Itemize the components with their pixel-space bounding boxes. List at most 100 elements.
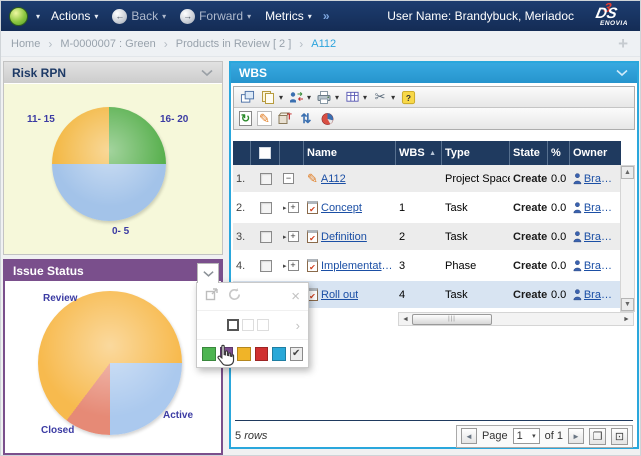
export-caret-icon[interactable]: ▾ [363, 93, 367, 102]
table-row[interactable]: 2. ▸+ ✔Concept 1 Task Create 0.0 Brandy [233, 194, 621, 223]
page-select[interactable]: 1 ▾ [513, 428, 540, 444]
issue-status-pie-chart[interactable] [38, 291, 182, 435]
color-swatch-default-check[interactable]: ✔ [290, 347, 304, 361]
color-swatch-blue[interactable] [272, 347, 286, 361]
printer-caret-icon[interactable]: ▾ [335, 93, 339, 102]
color-swatch-yellow[interactable] [237, 347, 251, 361]
header-owner[interactable]: Owner [570, 141, 621, 165]
row-number: 2. [233, 202, 251, 214]
actions-menu[interactable]: Actions ▾ [48, 9, 101, 23]
horizontal-scroll-thumb[interactable]: ||| [412, 314, 492, 325]
more-layouts-chevron-icon[interactable]: › [296, 318, 300, 333]
sort-icon[interactable]: ⇅ [298, 111, 314, 127]
horizontal-scrollbar[interactable]: ◄ ||| ► [398, 312, 634, 326]
breadcrumb-home[interactable]: Home [11, 38, 40, 50]
back-button[interactable]: ← Back ▾ [109, 9, 169, 24]
row-checkbox[interactable] [260, 260, 272, 272]
popup-color-row: ✔ [197, 339, 308, 367]
pie-label-active: Active [163, 410, 193, 421]
maximize-table-icon[interactable]: ❐ [589, 428, 606, 445]
header-wbs[interactable]: WBS▲ [396, 141, 442, 165]
sort-ascending-icon[interactable]: ▲ [429, 150, 438, 157]
owner-link[interactable]: Brandy [584, 289, 618, 301]
windows-view-icon[interactable] [239, 89, 255, 105]
help-icon[interactable]: ? [400, 89, 416, 105]
collapse-toggle-icon[interactable]: − [283, 173, 294, 184]
globe-icon[interactable] [9, 7, 28, 26]
wbs-number-cell: 2 [396, 231, 442, 243]
row-checkbox[interactable] [260, 173, 272, 185]
structure-filter-icon[interactable]: T [277, 111, 293, 127]
top-navbar: ▾ Actions ▾ ← Back ▾ → Forward ▾ Metrics… [1, 1, 641, 31]
more-menus-icon[interactable]: » [323, 9, 330, 23]
pie-chart-view-icon[interactable] [319, 111, 335, 127]
tools-caret-icon[interactable]: ▾ [391, 93, 395, 102]
row-checkbox[interactable] [260, 231, 272, 243]
name-link[interactable]: Implementation [321, 260, 393, 272]
owner-link[interactable]: Brandy [584, 202, 618, 214]
row-number: 1. [233, 173, 251, 185]
owner-link[interactable]: Brandy [584, 173, 618, 185]
risk-rpn-collapse-icon[interactable] [200, 69, 214, 77]
previous-page-icon[interactable]: ◄ [461, 428, 477, 444]
header-state[interactable]: State [510, 141, 548, 165]
row-checkbox[interactable] [260, 202, 272, 214]
header-percent[interactable]: % [548, 141, 570, 165]
refresh-table-icon[interactable]: ↻ [239, 111, 252, 126]
scroll-down-icon[interactable]: ▼ [621, 298, 634, 311]
risk-rpn-pie-chart[interactable] [52, 107, 166, 221]
layout-option-1-selected[interactable] [227, 319, 239, 331]
scroll-left-icon[interactable]: ◄ [399, 313, 412, 325]
name-link[interactable]: Definition [321, 231, 367, 243]
copy-caret-icon[interactable]: ▾ [279, 93, 283, 102]
expand-toggle-icon[interactable]: + [288, 260, 299, 271]
expand-toggle-icon[interactable]: + [288, 231, 299, 242]
color-swatch-green[interactable] [202, 347, 216, 361]
table-row[interactable]: 4. ▸+ ✔Implementation 3 Phase Create 0.0… [233, 252, 621, 281]
vertical-scrollbar[interactable]: ▲ ▼ [620, 165, 635, 312]
export-table-icon[interactable] [344, 89, 360, 105]
layout-option-3[interactable] [257, 319, 269, 331]
name-link[interactable]: Concept [321, 202, 362, 214]
add-tab-icon[interactable]: + [618, 34, 628, 54]
compact-view-icon[interactable]: ⊡ [611, 428, 628, 445]
owner-link[interactable]: Brandy [584, 231, 618, 243]
printer-icon[interactable] [316, 89, 332, 105]
assign-user-icon[interactable] [288, 89, 304, 105]
wbs-collapse-icon[interactable] [615, 69, 629, 77]
table-row[interactable]: 1. − ✎A112 Project Space Create 0.0 Bran… [233, 165, 621, 194]
copy-document-icon[interactable] [260, 89, 276, 105]
assign-caret-icon[interactable]: ▾ [307, 93, 311, 102]
edit-icon[interactable]: ✎ [257, 111, 272, 126]
issue-panel-menu-toggle[interactable] [197, 263, 219, 283]
color-swatch-red[interactable] [255, 347, 269, 361]
next-page-icon[interactable]: ► [568, 428, 584, 444]
expand-external-icon[interactable] [205, 287, 219, 306]
tools-icon[interactable]: ✂ [372, 89, 388, 105]
breadcrumb-products-in-review[interactable]: Products in Review [ 2 ] [176, 38, 292, 50]
layout-option-2[interactable] [242, 319, 254, 331]
popup-action-row: × [197, 283, 308, 310]
header-name[interactable]: Name [304, 141, 396, 165]
name-link[interactable]: A112 [321, 173, 346, 185]
refresh-panel-icon[interactable] [227, 287, 242, 307]
color-swatch-purple[interactable] [220, 347, 234, 361]
type-cell: Task [442, 231, 510, 243]
tree-arrow-icon: ▸ [283, 204, 287, 212]
owner-link[interactable]: Brandy [584, 260, 618, 272]
scroll-up-icon[interactable]: ▲ [621, 166, 634, 179]
table-row[interactable]: 3. ▸+ ✔Definition 2 Task Create 0.0 Bran… [233, 223, 621, 252]
name-link[interactable]: Roll out [321, 289, 358, 301]
select-all-checkbox[interactable] [259, 147, 271, 159]
scroll-right-icon[interactable]: ► [620, 313, 633, 325]
forward-caret-icon: ▾ [247, 12, 251, 21]
close-popup-icon[interactable]: × [291, 289, 300, 304]
expand-toggle-icon[interactable]: + [288, 202, 299, 213]
globe-caret-icon[interactable]: ▾ [36, 12, 40, 21]
toolbar-row-2: ↻ ✎ T ⇅ [234, 108, 634, 129]
breadcrumb-project[interactable]: M-0000007 : Green [60, 38, 155, 50]
state-cell: Create [510, 231, 548, 243]
metrics-menu[interactable]: Metrics ▾ [262, 9, 315, 23]
forward-button[interactable]: → Forward ▾ [177, 9, 254, 24]
header-type[interactable]: Type [442, 141, 510, 165]
